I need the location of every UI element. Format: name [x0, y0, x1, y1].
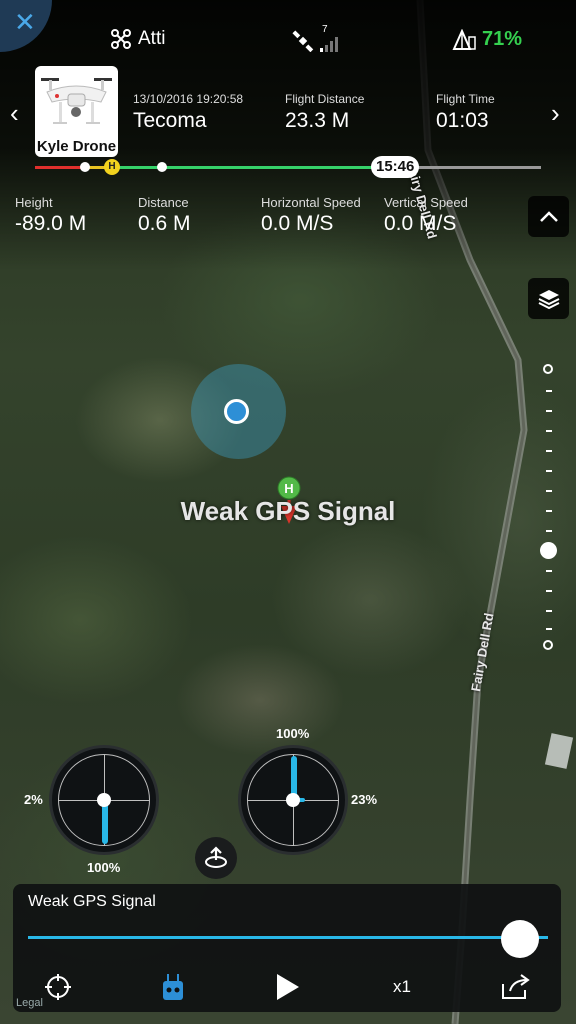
timeline-segment-remaining — [403, 166, 541, 169]
flight-mode-status: Atti — [110, 28, 165, 50]
record-flight-time: Flight Time 01:03 — [436, 92, 495, 133]
playback-speed-button[interactable]: x1 — [387, 972, 417, 1002]
record-location: Tecoma — [133, 109, 207, 132]
drone-thumbnail[interactable]: Kyle Drone — [35, 66, 118, 157]
next-record-button[interactable]: › — [551, 98, 560, 129]
height-value: -89.0 M — [15, 212, 87, 235]
play-button[interactable] — [271, 972, 305, 1002]
right-stick-gauge — [238, 745, 348, 855]
legal-link[interactable]: Legal — [16, 997, 43, 1009]
distance-label: Distance — [138, 195, 189, 210]
chevron-left-icon: ‹ — [10, 98, 19, 128]
record-date-location: 13/10/2016 19:20:58 Tecoma — [133, 92, 243, 133]
horizontal-speed-label: Horizontal Speed — [261, 195, 361, 210]
flight-distance-label: Flight Distance — [285, 92, 365, 106]
battery-status: 71% — [452, 28, 522, 51]
flight-mode-icon — [205, 846, 227, 868]
flight-mode-label: Atti — [138, 28, 166, 49]
height-label: Height — [15, 195, 53, 210]
playback-scrubber[interactable] — [28, 936, 548, 939]
record-datetime: 13/10/2016 19:20:58 — [133, 92, 244, 106]
battery-icon — [452, 28, 476, 50]
aircraft-position-marker[interactable] — [224, 399, 249, 424]
zoom-tick — [546, 628, 552, 630]
close-icon: ✕ — [14, 7, 36, 37]
left-stick-vertical-pct: 100% — [87, 860, 121, 875]
chevron-up-icon — [539, 210, 558, 222]
drone-icon — [111, 29, 131, 49]
zoom-knob[interactable] — [540, 542, 557, 559]
telemetry-distance: Distance 0.6 M — [138, 195, 191, 236]
zoom-tick — [546, 490, 552, 492]
layers-icon — [538, 289, 559, 309]
playback-panel: Weak GPS Signal x1 — [13, 884, 561, 1012]
drone-image — [41, 78, 112, 124]
distance-value: 0.6 M — [138, 212, 191, 235]
remote-controller-button[interactable] — [158, 972, 188, 1002]
timeline-home-marker[interactable]: H — [104, 159, 120, 175]
record-flight-distance: Flight Distance 23.3 M — [285, 92, 364, 133]
telemetry-vertical-speed: Vertical Speed 0.0 M/S — [384, 195, 468, 236]
zoom-tick — [546, 590, 552, 592]
timeline-playhead[interactable]: 15:46 — [371, 156, 420, 178]
zoom-tick — [546, 610, 552, 612]
gps-warning-overlay: Weak GPS Signal — [180, 496, 396, 526]
collapse-panel-button[interactable] — [528, 196, 569, 237]
home-marker-letter: H — [284, 481, 293, 496]
zoom-tick — [546, 470, 552, 472]
signal-icon — [320, 37, 338, 52]
crosshair-icon — [45, 974, 71, 1000]
zoom-out-end[interactable] — [543, 640, 553, 650]
flight-time-value: 01:03 — [436, 109, 489, 132]
zoom-tick — [546, 410, 552, 412]
right-stick-knob — [286, 793, 300, 807]
left-stick-knob — [97, 793, 111, 807]
satellite-icon — [292, 30, 314, 52]
telemetry-height: Height -89.0 M — [15, 195, 86, 236]
chevron-right-icon: › — [551, 98, 560, 128]
share-button[interactable] — [499, 972, 533, 1002]
horizontal-speed-value: 0.0 M/S — [261, 212, 334, 235]
left-stick-gauge — [49, 745, 159, 855]
share-icon — [502, 974, 530, 999]
right-stick-horizontal-pct: 23% — [351, 792, 378, 807]
playback-scrubber-knob[interactable] — [501, 920, 539, 958]
timeline-event-dot[interactable] — [157, 162, 167, 172]
satellite-count: 7 — [322, 24, 328, 35]
zoom-tick — [546, 390, 552, 392]
vertical-speed-label: Vertical Speed — [384, 195, 468, 210]
zoom-tick — [546, 430, 552, 432]
zoom-tick — [546, 450, 552, 452]
telemetry-horizontal-speed: Horizontal Speed 0.0 M/S — [261, 195, 361, 236]
remote-controller-icon — [163, 974, 183, 1000]
playback-message: Weak GPS Signal — [28, 893, 156, 910]
gps-status: 7 — [292, 24, 342, 52]
timeline-event-dot[interactable] — [80, 162, 90, 172]
right-stick-vertical-pct: 100% — [276, 726, 310, 741]
zoom-tick — [546, 530, 552, 532]
battery-percent: 71% — [482, 28, 523, 50]
play-icon — [277, 974, 299, 1000]
vertical-speed-value: 0.0 M/S — [384, 212, 457, 235]
map-layers-button[interactable] — [528, 278, 569, 319]
flight-time-label: Flight Time — [436, 92, 495, 106]
previous-record-button[interactable]: ‹ — [10, 98, 19, 129]
drone-name: Kyle Drone — [36, 138, 117, 155]
flight-distance-value: 23.3 M — [285, 109, 350, 132]
flight-mode-button[interactable] — [195, 837, 237, 879]
locate-button[interactable] — [41, 972, 75, 1002]
flight-timeline[interactable]: H 15:46 — [35, 156, 541, 178]
zoom-in-end[interactable] — [543, 364, 553, 374]
zoom-tick — [546, 570, 552, 572]
left-stick-horizontal-pct: 2% — [24, 792, 43, 807]
